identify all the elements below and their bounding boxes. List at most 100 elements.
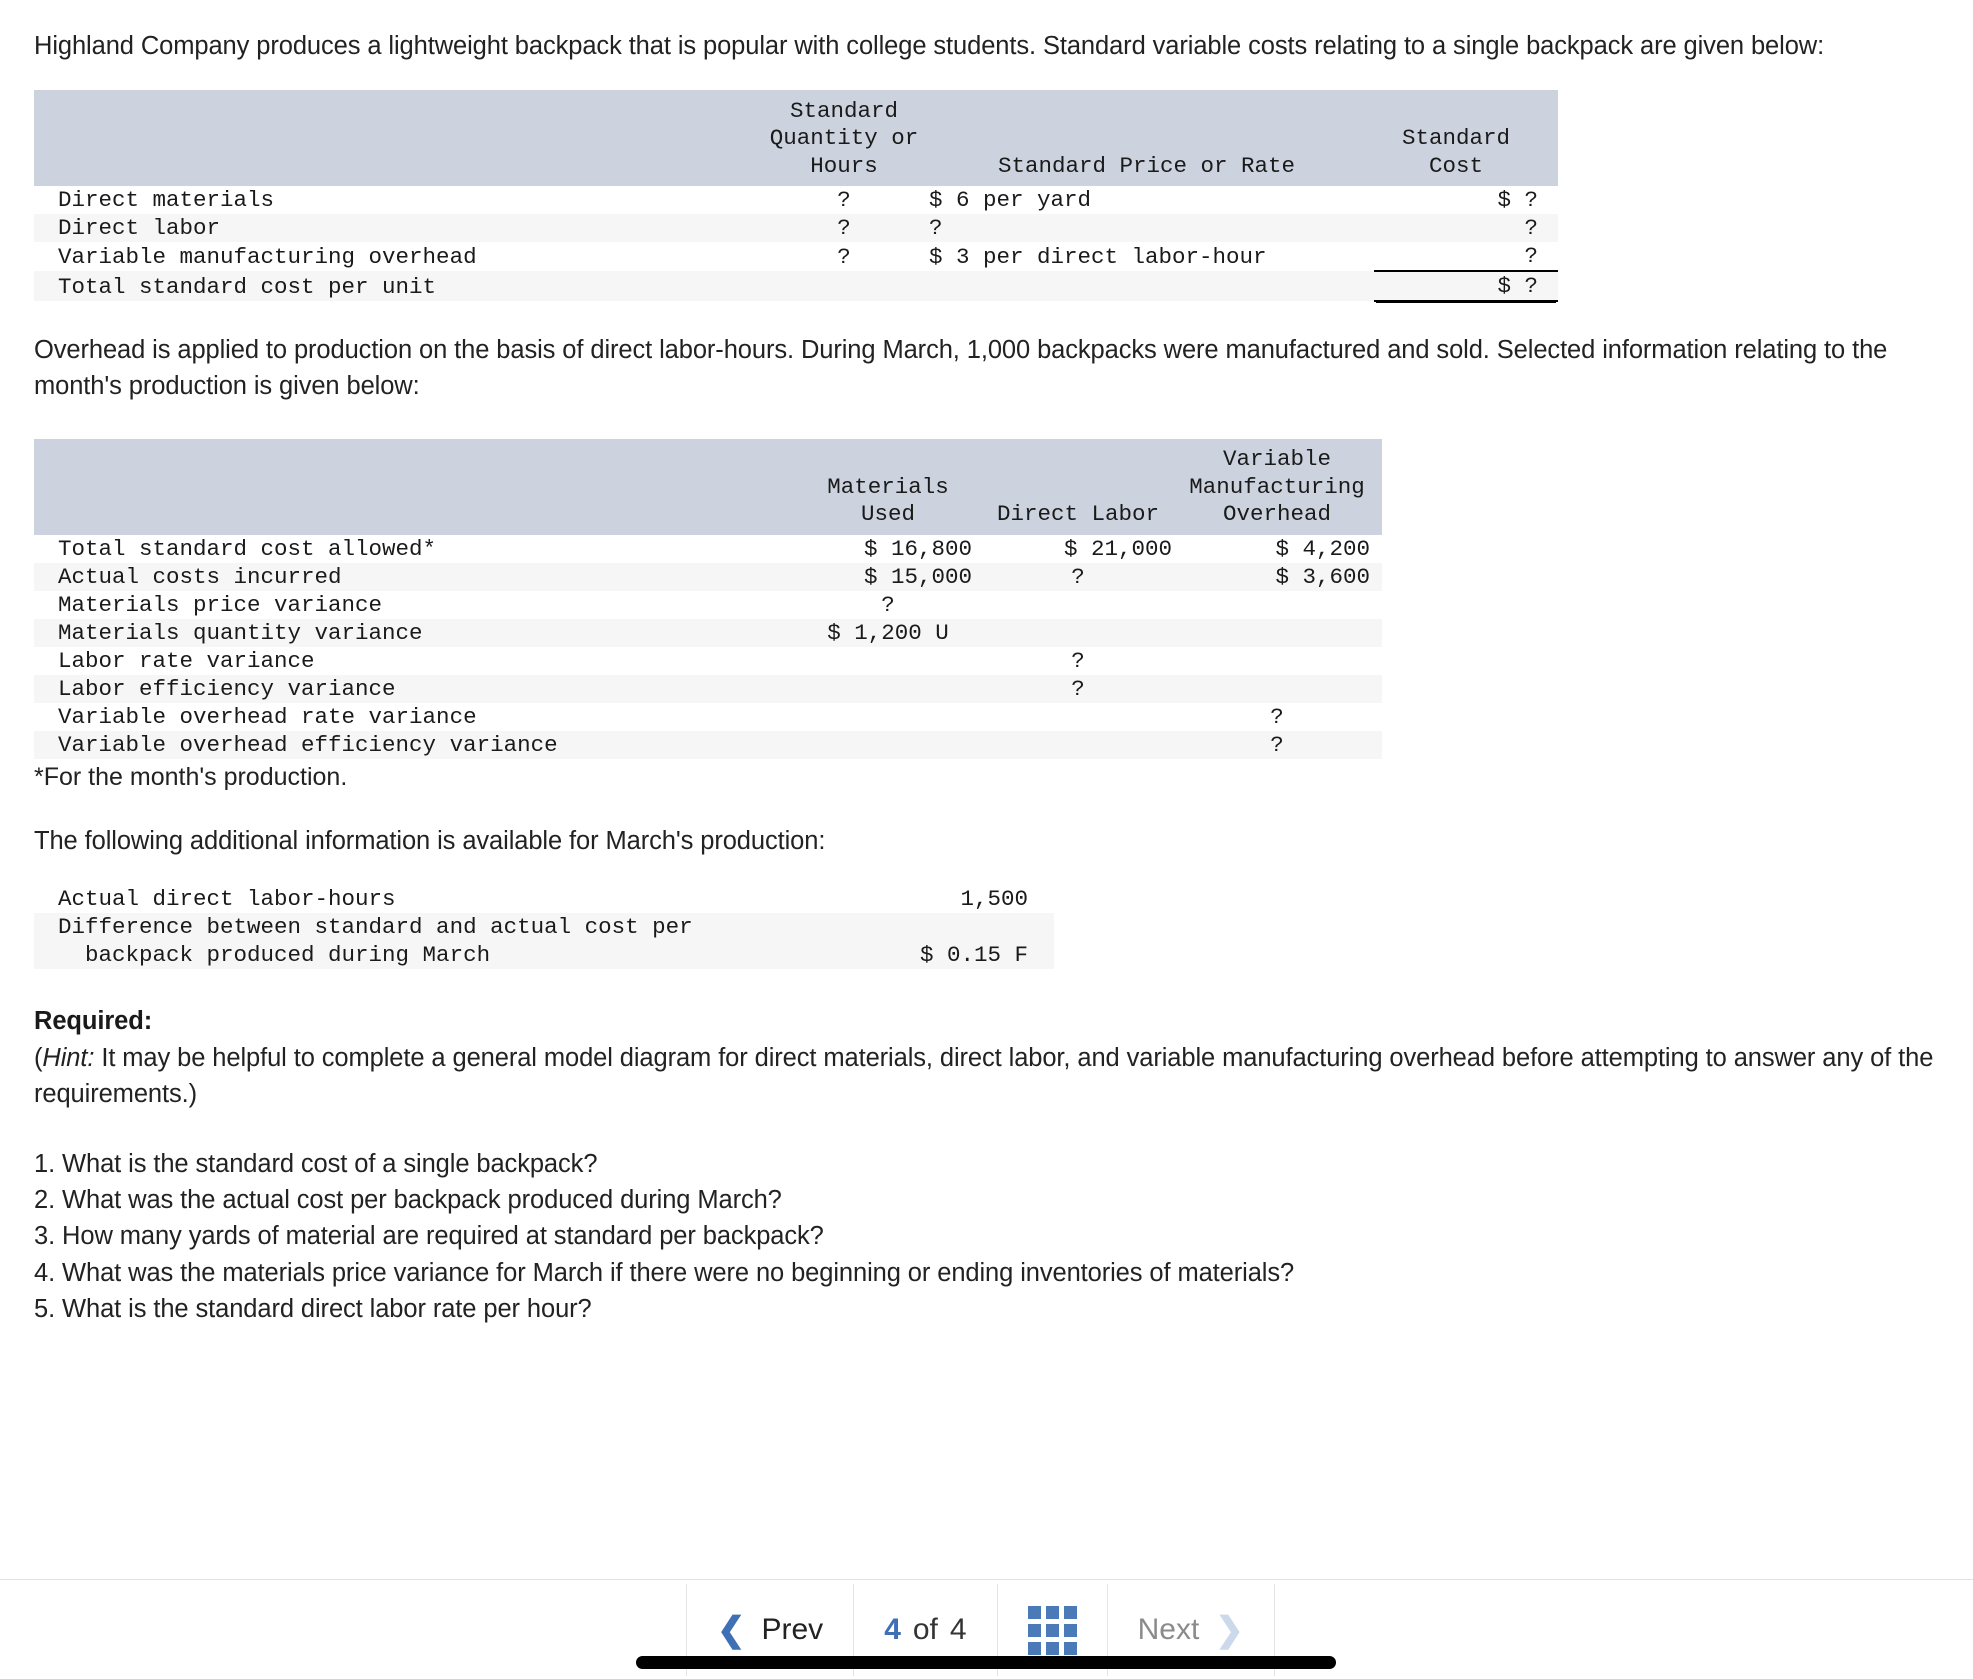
intro-text-3: The following additional information is … [34, 827, 826, 856]
cell-overhead: ? [1184, 702, 1382, 731]
cell-labor: ? [984, 562, 1184, 591]
cell-quantity: ? [769, 214, 919, 243]
table-row: Variable overhead rate variance ? [34, 702, 1382, 731]
table-row: Materials price variance ? [34, 590, 1382, 619]
cell-overhead [1184, 590, 1382, 619]
required-section: Required: (Hint: It may be helpful to co… [34, 1003, 1939, 1327]
header-materials-used: Materials Used [804, 438, 984, 535]
cell-materials: $ 1,200 U [804, 618, 984, 647]
cell-labor [984, 590, 1184, 619]
table-row: Direct labor ? ? ? [34, 214, 1558, 243]
row-label-labor-efficiency-variance: Labor efficiency variance [34, 674, 804, 703]
header-standard-cost: Standard Cost [1374, 90, 1558, 187]
header-variable-manufacturing-overhead: Variable Manufacturing Overhead [1184, 438, 1382, 535]
table-row: Actual direct labor-hours 1,500 [34, 885, 1054, 914]
bottom-navigation-bar: ❮ Prev 4 of 4 Next ❯ [0, 1579, 1973, 1679]
table-row: Difference between standard and actual c… [34, 913, 1054, 970]
cell-materials [804, 674, 984, 703]
question-4: 4. What was the materials price variance… [34, 1258, 1295, 1287]
cell-quantity: ? [769, 186, 919, 215]
row-label-actual-direct-labor-hours: Actual direct labor-hours [34, 885, 864, 914]
table-row-total: Total standard cost per unit $ ? [34, 270, 1558, 303]
chevron-right-icon: ❯ [1215, 1611, 1244, 1649]
intro-paragraph-3: The following additional information is … [34, 823, 1939, 859]
cell-materials: $ 16,800 [804, 534, 984, 563]
page-current-number: 4 [884, 1613, 901, 1646]
cell-materials: $ 15,000 [804, 562, 984, 591]
cell-materials [804, 646, 984, 675]
question-1: 1. What is the standard cost of a single… [34, 1149, 598, 1178]
cell-actual-direct-labor-hours-value: 1,500 [864, 885, 1054, 914]
row-label-difference-standard-actual-cost: Difference between standard and actual c… [34, 913, 864, 970]
row-label-total-standard-cost: Total standard cost per unit [34, 271, 769, 302]
cell-materials [804, 702, 984, 731]
cell-overhead: $ 4,200 [1184, 534, 1382, 563]
chevron-left-icon: ❮ [717, 1611, 746, 1649]
hint-paragraph: (Hint: It may be helpful to complete a g… [34, 1040, 1939, 1112]
cell-overhead: ? [1184, 730, 1382, 759]
required-heading: Required: [34, 1007, 153, 1036]
cell-total-standard-cost: $ ? [1374, 270, 1558, 303]
additional-info-table: Actual direct labor-hours 1,500 Differen… [34, 885, 1054, 970]
question-5: 5. What is the standard direct labor rat… [34, 1294, 592, 1323]
header-blank [34, 438, 804, 535]
table-row: Variable manufacturing overhead ? $ 3 pe… [34, 242, 1558, 272]
intro-paragraph-1: Highland Company produces a lightweight … [34, 28, 1939, 64]
cell-labor [984, 618, 1184, 647]
standard-cost-table: Standard Quantity or Hours Standard Pric… [34, 90, 1558, 303]
cell-labor [984, 730, 1184, 759]
home-indicator [636, 1656, 1336, 1669]
cell-materials: ? [804, 590, 984, 619]
cell-labor: ? [984, 674, 1184, 703]
cell-overhead [1184, 646, 1382, 675]
variance-header-row: Materials Used Direct Labor Variable Man… [34, 438, 1382, 535]
row-label-labor-rate-variance: Labor rate variance [34, 646, 804, 675]
question-2: 2. What was the actual cost per backpack… [34, 1186, 782, 1215]
row-label-materials-price-variance: Materials price variance [34, 590, 804, 619]
row-label-total-standard-cost-allowed: Total standard cost allowed* [34, 534, 804, 563]
header-direct-labor: Direct Labor [984, 438, 1184, 535]
intro-text-1: Highland Company produces a lightweight … [34, 32, 1825, 60]
header-standard-quantity-hours: Standard Quantity or Hours [769, 90, 919, 187]
row-label-variable-manufacturing-overhead: Variable manufacturing overhead [34, 242, 769, 272]
page-of-label: of [912, 1613, 938, 1646]
cell-price-rate: $ 6 per yard [919, 186, 1374, 215]
table-row: Total standard cost allowed* $ 16,800 $ … [34, 534, 1382, 563]
cell-difference-value: $ 0.15 F [864, 913, 1054, 970]
table-row: Labor rate variance ? [34, 646, 1382, 675]
page-total-number: 4 [949, 1613, 967, 1646]
difference-label-line2: backpack produced during March [58, 942, 491, 969]
cell-price-rate: ? [919, 214, 1374, 243]
difference-label-line1: Difference between standard and actual c… [58, 914, 693, 941]
table-row: Materials quantity variance $ 1,200 U [34, 618, 1382, 647]
hint-label: Hint: [42, 1043, 95, 1072]
table-row: Labor efficiency variance ? [34, 674, 1382, 703]
header-blank [34, 90, 769, 187]
question-page: Highland Company produces a lightweight … [0, 0, 1973, 1679]
question-3: 3. How many yards of material are requir… [34, 1222, 824, 1251]
cell-price-rate: $ 3 per direct labor-hour [919, 242, 1374, 272]
cell-labor [984, 702, 1184, 731]
row-label-actual-costs-incurred: Actual costs incurred [34, 562, 804, 591]
row-label-direct-labor: Direct labor [34, 214, 769, 243]
row-label-materials-quantity-variance: Materials quantity variance [34, 618, 804, 647]
cell-standard-cost: $ ? [1374, 186, 1558, 215]
hint-body: It may be helpful to complete a general … [34, 1043, 1934, 1108]
cell-standard-cost: ? [1374, 214, 1558, 243]
header-standard-price-rate: Standard Price or Rate [919, 90, 1374, 187]
grid-menu-icon [1027, 1605, 1077, 1655]
row-label-variable-overhead-efficiency-variance: Variable overhead efficiency variance [34, 730, 804, 759]
variance-table-footnote: *For the month's production. [34, 762, 348, 791]
row-label-direct-materials: Direct materials [34, 186, 769, 215]
variance-table: Materials Used Direct Labor Variable Man… [34, 438, 1382, 759]
table-row: Direct materials ? $ 6 per yard $ ? [34, 186, 1558, 215]
cell-quantity [769, 271, 919, 302]
cell-materials [804, 730, 984, 759]
table-row: Variable overhead efficiency variance ? [34, 730, 1382, 759]
cell-quantity: ? [769, 242, 919, 272]
intro-text-2: Overhead is applied to production on the… [34, 336, 1888, 401]
row-label-variable-overhead-rate-variance: Variable overhead rate variance [34, 702, 804, 731]
cell-overhead: $ 3,600 [1184, 562, 1382, 591]
table-row: Actual costs incurred $ 15,000 ? $ 3,600 [34, 562, 1382, 591]
intro-paragraph-2: Overhead is applied to production on the… [34, 332, 1939, 404]
